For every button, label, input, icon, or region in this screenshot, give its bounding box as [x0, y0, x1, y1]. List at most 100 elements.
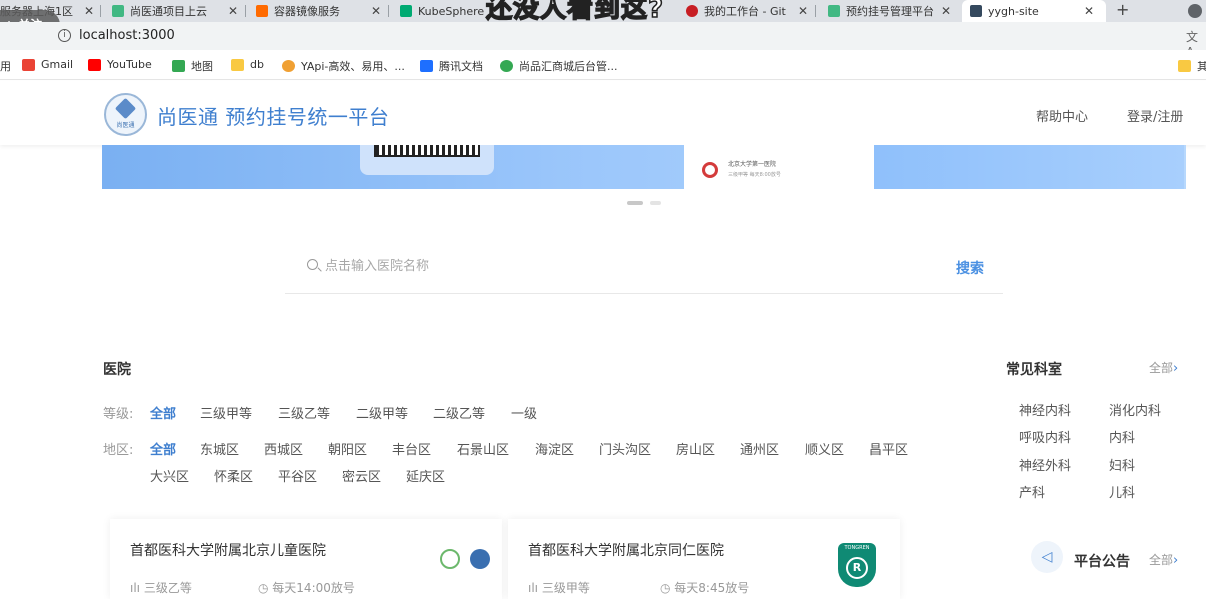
region-filter-item[interactable]: 房山区 [676, 439, 715, 458]
hospital-card[interactable]: 首都医科大学附属北京同仁医院 TONGREN R ılı 三级甲等 ◷ 每天8:… [508, 519, 900, 599]
region-filter-all[interactable]: 全部 [150, 439, 176, 458]
tab-container-registry[interactable]: 容器镜像服务 [256, 0, 366, 22]
tongren-logo-icon: TONGREN R [838, 543, 876, 587]
login-register-link[interactable]: 登录/注册 [1127, 106, 1183, 125]
search-icon [307, 259, 318, 270]
help-center-link[interactable]: 帮助中心 [1036, 106, 1088, 125]
department-item[interactable]: 产科 [1019, 482, 1045, 501]
department-item[interactable]: 神经外科 [1019, 455, 1071, 474]
bookmark-youtube[interactable]: YouTube [88, 58, 152, 71]
tab-kubesphere[interactable]: KubeSphere [400, 0, 486, 22]
tab-close-icon[interactable]: ✕ [941, 0, 951, 22]
region-filter-item[interactable]: 密云区 [342, 466, 381, 485]
region-filter-item[interactable]: 平谷区 [278, 466, 317, 485]
folder-icon [231, 58, 244, 71]
site-info-icon[interactable]: i [58, 29, 71, 42]
new-tab-button[interactable]: + [1116, 0, 1129, 20]
region-filter-item[interactable]: 朝阳区 [328, 439, 367, 458]
chevron-right-icon: › [1173, 553, 1179, 568]
region-filter-item[interactable]: 顺义区 [805, 439, 844, 458]
bookmark-label: 地图 [191, 60, 213, 73]
tab-admin[interactable]: 预约挂号管理平台 [828, 0, 938, 22]
level-filter-item[interactable]: 三级甲等 [200, 403, 252, 422]
tab-close-icon[interactable]: ✕ [84, 0, 94, 22]
bookmark-maps[interactable]: 地图 [172, 58, 213, 74]
hospital-level-text: 三级乙等 [143, 581, 192, 595]
carousel-dot[interactable] [650, 201, 661, 205]
department-item[interactable]: 儿科 [1109, 482, 1135, 501]
region-filter-item[interactable]: 门头沟区 [599, 439, 651, 458]
bookmark-label: 腾讯文档 [439, 60, 483, 73]
banner-carousel[interactable]: 北京大学第一医院 三级甲等 每天8:00放号 [102, 145, 1186, 189]
hospital-logo-icon [440, 549, 460, 569]
youtube-icon [88, 58, 101, 71]
notice-title: 平台公告 [1074, 554, 1130, 570]
bookmark-apps[interactable]: 用 [0, 58, 11, 74]
bookmark-yapi[interactable]: YApi-高效、易用、... [282, 58, 405, 74]
search-input[interactable] [325, 254, 885, 278]
bookmark-tencent-docs[interactable]: 腾讯文档 [420, 58, 483, 74]
vue-icon [828, 5, 840, 17]
bookmark-label: YouTube [107, 58, 152, 71]
hospital-release-time: ◷ 每天14:00放号 [258, 579, 355, 596]
department-item[interactable]: 消化内科 [1109, 400, 1161, 419]
level-filter-item[interactable]: 二级乙等 [433, 403, 485, 422]
hospital-level-text: 三级甲等 [541, 581, 590, 595]
bookmark-db[interactable]: db [231, 58, 264, 71]
region-filter-item[interactable]: 东城区 [200, 439, 239, 458]
region-filter-item[interactable]: 延庆区 [406, 466, 445, 485]
region-filter-item[interactable]: 石景山区 [457, 439, 509, 458]
hospital-release-text: 每天14:00放号 [272, 581, 355, 595]
level-filter-item[interactable]: 三级乙等 [278, 403, 330, 422]
hospital-card[interactable]: 首都医科大学附属北京儿童医院 ılı 三级乙等 ◷ 每天14:00放号 [110, 519, 502, 599]
section-title-departments: 常见科室 [1006, 362, 1062, 378]
banner-card-title: 北京大学第一医院 [728, 161, 777, 168]
department-item[interactable]: 内科 [1109, 427, 1135, 446]
region-filter-item[interactable]: 大兴区 [150, 466, 189, 485]
region-filter-item[interactable]: 通州区 [740, 439, 779, 458]
region-filter-item[interactable]: 昌平区 [869, 439, 908, 458]
banner-strip [874, 145, 1184, 189]
region-filter-item[interactable]: 丰台区 [392, 439, 431, 458]
bookmark-other[interactable]: 其 [1178, 58, 1206, 74]
qr-code-panel [360, 145, 494, 175]
tab-project[interactable]: 尚医通项目上云 [112, 0, 222, 22]
tab-label: 容器镜像服务 [274, 5, 340, 18]
tab-close-icon[interactable]: ✕ [1084, 0, 1094, 22]
vue-icon [112, 5, 124, 17]
tab-close-icon[interactable]: ✕ [798, 0, 808, 22]
url-field[interactable]: localhost:3000 [79, 28, 175, 43]
level-filter-all[interactable]: 全部 [150, 403, 176, 422]
bookmark-gmail[interactable]: Gmail [22, 58, 73, 71]
departments-all-link[interactable]: 全部› [1149, 359, 1178, 376]
hospital-search: 搜索 [285, 249, 1003, 294]
chevron-right-icon: › [1173, 361, 1179, 376]
site-logo[interactable]: 尚医通 [104, 93, 147, 136]
department-item[interactable]: 神经内科 [1019, 400, 1071, 419]
bookmark-label: db [250, 58, 264, 71]
tab-separator [815, 5, 816, 17]
tab-close-icon[interactable]: ✕ [228, 0, 238, 22]
notice-all-link[interactable]: 全部› [1149, 551, 1178, 568]
search-button[interactable]: 搜索 [956, 258, 984, 278]
level-filter-item[interactable]: 一级 [511, 403, 537, 422]
department-item[interactable]: 妇科 [1109, 455, 1135, 474]
section-title-hospitals: 医院 [103, 362, 131, 378]
account-icon[interactable] [1188, 4, 1202, 18]
clock-icon: ◷ [660, 581, 675, 595]
bookmark-shangpinhui[interactable]: 尚品汇商城后台管... [500, 58, 618, 74]
kubesphere-icon [400, 5, 412, 17]
folder-icon [1178, 60, 1191, 72]
region-filter-item[interactable]: 海淀区 [535, 439, 574, 458]
bookmarks-bar: 用 Gmail YouTube 地图 db YApi-高效、易用、... 腾讯文… [0, 50, 1206, 80]
carousel-dot-active[interactable] [627, 201, 643, 205]
department-item[interactable]: 呼吸内科 [1019, 427, 1071, 446]
level-filter-item[interactable]: 二级甲等 [356, 403, 408, 422]
tab-close-icon[interactable]: ✕ [371, 0, 381, 22]
tab-gitee[interactable]: 我的工作台 - Git [686, 0, 792, 22]
region-filter-item[interactable]: 怀柔区 [214, 466, 253, 485]
hospital-badge-icon [702, 162, 718, 178]
bookmark-label: 用 [0, 60, 11, 73]
site-title[interactable]: 尚医通 预约挂号统一平台 [157, 101, 389, 130]
region-filter-item[interactable]: 西城区 [264, 439, 303, 458]
